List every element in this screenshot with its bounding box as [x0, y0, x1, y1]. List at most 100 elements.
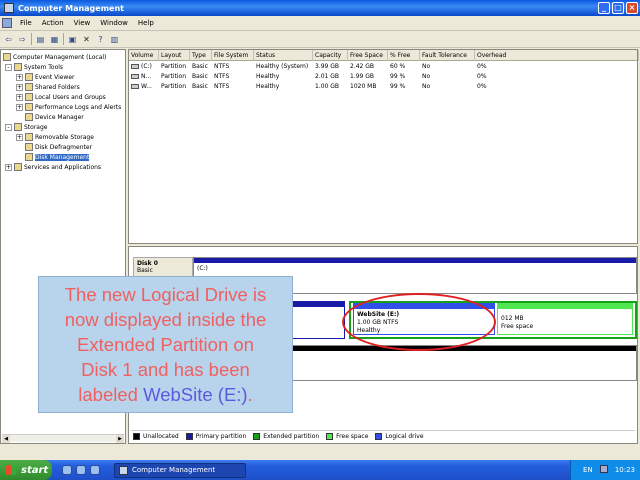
shared-folders-icon — [25, 83, 33, 91]
column-status[interactable]: Status — [254, 50, 313, 61]
layout-cell: Partition — [161, 73, 187, 80]
callout-line: Disk 1 and has been — [81, 359, 250, 380]
disk-0-type: Basic — [137, 267, 153, 274]
tree-item-shared-folders[interactable]: + Shared Folders — [16, 82, 80, 92]
file-system-cell: NTFS — [214, 83, 230, 90]
tray-icon[interactable] — [600, 465, 608, 473]
tutorial-callout: The new Logical Drive is now displayed i… — [38, 276, 293, 413]
legend-swatch — [253, 432, 261, 440]
show-tree-icon[interactable]: ▦ — [49, 34, 60, 45]
toolbar: ⇦ ⇨ ▤ ▦ ▣ ✕ ? ▥ — [0, 31, 640, 48]
title-bar[interactable]: Computer Management _ □ × — [0, 0, 640, 16]
toolbar-separator — [63, 33, 64, 45]
tree-item-local-users-groups[interactable]: + Local Users and Groups — [16, 92, 106, 102]
menu-help[interactable]: Help — [133, 19, 159, 27]
services-icon — [14, 163, 22, 171]
collapse-toggle-icon[interactable]: - — [5, 123, 12, 131]
type-cell: Basic — [192, 73, 208, 80]
disk-legend: Unallocated Primary partition Extended p… — [131, 430, 635, 441]
collapse-toggle-icon[interactable]: - — [5, 63, 12, 71]
mmc-console-icon[interactable] — [2, 18, 12, 28]
volume-name: (C:) — [141, 63, 152, 70]
column-free-space[interactable]: Free Space — [348, 50, 388, 61]
column-volume[interactable]: Volume — [129, 50, 159, 61]
tree-item-computer-management[interactable]: Computer Management (Local) — [3, 52, 106, 62]
storage-icon — [14, 123, 22, 131]
scroll-right-arrow-icon[interactable]: ▶ — [116, 435, 124, 443]
clock[interactable]: 10:23 — [615, 466, 635, 474]
close-button[interactable]: × — [626, 2, 638, 14]
legend-swatch — [185, 432, 193, 440]
legend-item-primary: Primary partition — [185, 432, 247, 440]
expand-toggle-icon[interactable]: + — [16, 73, 23, 81]
menu-bar: File Action View Window Help — [0, 16, 640, 31]
expand-toggle-icon[interactable]: + — [16, 103, 23, 111]
minimize-button[interactable]: _ — [598, 2, 610, 14]
partition-c-label: (C:) — [197, 265, 208, 272]
tree-item-disk-management[interactable]: Disk Management — [25, 152, 90, 162]
media-player-icon[interactable] — [90, 465, 100, 475]
column-layout[interactable]: Layout — [159, 50, 190, 61]
percent-free-cell: 99 % — [390, 73, 406, 80]
free-space-cell: 1020 MB — [350, 83, 377, 90]
menu-window[interactable]: Window — [95, 19, 133, 27]
tree-item-performance-logs[interactable]: + Performance Logs and Alerts — [16, 102, 121, 112]
delete-icon[interactable]: ✕ — [81, 34, 92, 45]
volume-row[interactable]: (C:) Partition Basic NTFS Healthy (Syste… — [129, 62, 637, 72]
start-button[interactable]: start — [0, 460, 52, 480]
expand-toggle-icon[interactable]: + — [16, 93, 23, 101]
tree-item-storage[interactable]: - Storage — [5, 122, 47, 132]
column-fault-tolerance[interactable]: Fault Tolerance — [420, 50, 475, 61]
status-cell: Healthy — [256, 73, 280, 80]
menu-action[interactable]: Action — [37, 19, 69, 27]
maximize-button[interactable]: □ — [612, 2, 624, 14]
expand-toggle-icon[interactable]: + — [16, 133, 23, 141]
overhead-cell: 0% — [477, 73, 487, 80]
forward-arrow-icon[interactable]: ⇨ — [17, 34, 28, 45]
legend-item-logical: Logical drive — [375, 432, 424, 440]
legend-label: Primary partition — [195, 432, 247, 440]
column-type[interactable]: Type — [190, 50, 212, 61]
tree-item-system-tools[interactable]: - System Tools — [5, 62, 63, 72]
expand-toggle-icon[interactable]: + — [5, 163, 12, 171]
back-arrow-icon[interactable]: ⇦ — [3, 34, 14, 45]
column-percent-free[interactable]: % Free — [388, 50, 420, 61]
scroll-left-arrow-icon[interactable]: ◀ — [2, 435, 10, 443]
up-folder-icon[interactable]: ▤ — [35, 34, 46, 45]
taskbar: start Computer Management 10:23 — [0, 460, 640, 480]
volume-row[interactable]: N... Partition Basic NTFS Healthy 2.01 G… — [129, 72, 637, 82]
event-viewer-icon — [25, 73, 33, 81]
language-indicator[interactable]: EN — [583, 466, 593, 474]
volume-cell: (C:) — [129, 62, 159, 72]
layout-cell: Partition — [161, 83, 187, 90]
export-icon[interactable]: ▥ — [109, 34, 120, 45]
volume-name: W... — [141, 83, 152, 90]
show-desktop-icon[interactable] — [62, 465, 72, 475]
taskbar-button-computer-management[interactable]: Computer Management — [114, 462, 246, 478]
computer-management-window: Computer Management _ □ × File Action Vi… — [0, 0, 640, 460]
callout-line: Extended Partition on — [77, 334, 254, 355]
column-overhead[interactable]: Overhead — [475, 50, 639, 61]
free-space-area[interactable]: 012 MB Free space — [497, 303, 633, 335]
browser-icon[interactable] — [76, 465, 86, 475]
overhead-cell: 0% — [477, 63, 487, 70]
window-title: Computer Management — [18, 3, 124, 13]
tree-item-disk-defragmenter[interactable]: Disk Defragmenter — [25, 142, 92, 152]
tree-item-removable-storage[interactable]: + Removable Storage — [16, 132, 94, 142]
toolbar-separator — [31, 33, 32, 45]
properties-icon[interactable]: ▣ — [67, 34, 78, 45]
legend-label: Logical drive — [385, 432, 424, 440]
free-space-cell: 1.99 GB — [350, 73, 375, 80]
column-capacity[interactable]: Capacity — [313, 50, 348, 61]
tree-horizontal-scrollbar[interactable]: ◀ ▶ — [2, 434, 124, 443]
volume-row[interactable]: W... Partition Basic NTFS Healthy 1.00 G… — [129, 82, 637, 92]
tree-item-event-viewer[interactable]: + Event Viewer — [16, 72, 75, 82]
column-file-system[interactable]: File System — [212, 50, 254, 61]
menu-view[interactable]: View — [69, 19, 96, 27]
menu-file[interactable]: File — [15, 19, 37, 27]
quick-launch — [62, 465, 100, 475]
help-icon[interactable]: ? — [95, 34, 106, 45]
tree-item-device-manager[interactable]: Device Manager — [25, 112, 84, 122]
expand-toggle-icon[interactable]: + — [16, 83, 23, 91]
tree-item-services-applications[interactable]: + Services and Applications — [5, 162, 101, 172]
